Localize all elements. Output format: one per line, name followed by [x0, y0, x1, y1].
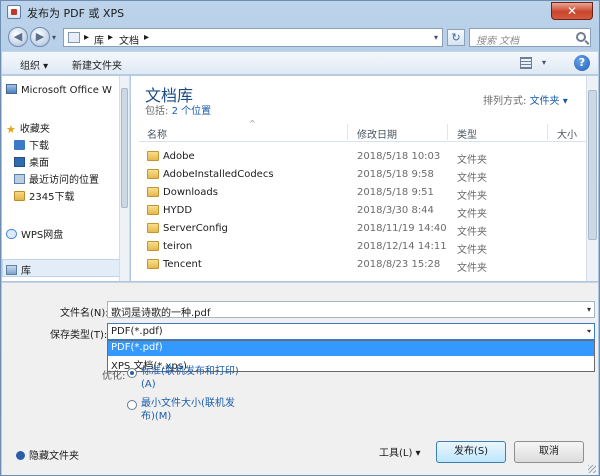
- scrollbar-thumb[interactable]: [588, 90, 597, 240]
- toolbar: 组织 ▾ 新建文件夹 ▾ ?: [2, 51, 598, 75]
- option-pdf[interactable]: PDF(*.pdf): [108, 341, 594, 356]
- arrange-by-dropdown[interactable]: 文件夹 ▾: [530, 96, 568, 107]
- navigation-scrollbar[interactable]: [119, 76, 129, 281]
- close-button[interactable]: ✕: [551, 2, 593, 20]
- sidebar-item-downloads[interactable]: 下载: [14, 137, 49, 152]
- breadcrumb-separator[interactable]: ▸: [108, 32, 113, 43]
- tools-menu[interactable]: 工具(L) ▾: [379, 444, 421, 459]
- cancel-button[interactable]: 取消: [514, 441, 584, 463]
- library-includes: 包括: 2 个位置: [145, 106, 212, 117]
- cloud-icon: [6, 229, 17, 239]
- breadcrumb-separator[interactable]: ▸: [84, 32, 89, 43]
- folder-icon: [14, 191, 25, 201]
- filename-label: 文件名(N):: [60, 308, 109, 319]
- address-bar[interactable]: ▸ 库 ▸ 文档 ▸ ▾: [63, 28, 443, 47]
- savetype-label: 保存类型(T):: [50, 330, 108, 341]
- column-modified[interactable]: 修改日期: [357, 126, 397, 141]
- column-size[interactable]: 大小: [557, 126, 577, 141]
- file-list-scrollbar[interactable]: [586, 76, 598, 281]
- filename-chevron-down-icon[interactable]: ▾: [587, 305, 591, 314]
- address-history-chevron-icon[interactable]: ▾: [434, 33, 438, 42]
- file-list-pane: 文档库 包括: 2 个位置 排列方式: 文件夹 ▾ ^ 名称 修改日期 类型 大…: [131, 76, 598, 281]
- publish-button[interactable]: 发布(S): [436, 441, 506, 463]
- resize-grip-icon[interactable]: [588, 465, 596, 473]
- scrollbar-thumb[interactable]: [121, 88, 128, 208]
- download-icon: [14, 140, 25, 150]
- library-icon: [68, 32, 80, 43]
- folder-icon: [147, 241, 159, 251]
- radio-minimum-size[interactable]: [127, 400, 137, 410]
- view-chevron-down-icon[interactable]: ▾: [542, 58, 546, 67]
- radio-minimum-size-label[interactable]: 最小文件大小(联机发 布)(M): [141, 397, 235, 423]
- table-row[interactable]: Downloads 2018/5/18 9:51 文件夹: [139, 184, 594, 202]
- table-row[interactable]: teiron 2018/12/14 14:11 文件夹: [139, 238, 594, 256]
- sidebar-item-2345[interactable]: 2345下载: [14, 188, 74, 203]
- locations-link[interactable]: 2 个位置: [172, 106, 212, 117]
- breadcrumb-separator[interactable]: ▸: [144, 32, 149, 43]
- column-name[interactable]: 名称: [147, 126, 167, 141]
- radio-standard[interactable]: [127, 368, 137, 378]
- sort-indicator-icon: ^: [249, 119, 256, 128]
- optimize-label: 优化:: [102, 371, 126, 382]
- radio-standard-label[interactable]: 标准(联机发布和打印) (A): [141, 365, 239, 391]
- navigation-pane: Microsoft Office W ★ 收藏夹 下载 桌面 最近访问的位置 23…: [2, 76, 130, 281]
- star-icon: ★: [6, 123, 16, 136]
- breadcrumb-library[interactable]: 库: [94, 32, 104, 47]
- savetype-select[interactable]: PDF(*.pdf) ▾: [107, 323, 595, 340]
- recent-pages-chevron-icon[interactable]: ▾: [52, 33, 56, 42]
- breadcrumb-documents[interactable]: 文档: [119, 32, 139, 47]
- desktop-icon: [14, 157, 25, 167]
- hide-folders-toggle[interactable]: 隐藏文件夹: [16, 447, 79, 462]
- column-header: ^ 名称 修改日期 类型 大小: [139, 119, 594, 142]
- forward-button[interactable]: ▶: [30, 27, 50, 47]
- view-options-icon[interactable]: [520, 57, 532, 69]
- monitor-icon: [6, 84, 17, 94]
- sidebar-item-wps-cloud[interactable]: WPS网盘: [6, 226, 63, 241]
- save-dialog: 发布为 PDF 或 XPS ✕ ◀ ▶ ▾ ▸ 库 ▸ 文档 ▸ ▾ ↻ 搜索 …: [0, 0, 600, 476]
- table-row[interactable]: Tencent 2018/8/23 15:28 文件夹: [139, 256, 594, 274]
- sidebar-item-desktop[interactable]: 桌面: [14, 154, 49, 169]
- recent-icon: [14, 174, 25, 184]
- search-placeholder: 搜索 文档: [476, 36, 520, 47]
- navigation-bar: ◀ ▶ ▾ ▸ 库 ▸ 文档 ▸ ▾ ↻ 搜索 文档: [1, 23, 599, 51]
- arrange-by: 排列方式: 文件夹 ▾: [483, 96, 568, 107]
- window-title: 发布为 PDF 或 XPS: [27, 7, 125, 20]
- folder-icon: [147, 169, 159, 179]
- library-icon: [6, 265, 17, 275]
- refresh-button[interactable]: ↻: [447, 29, 465, 46]
- folder-icon: [147, 187, 159, 197]
- sidebar-item-office[interactable]: Microsoft Office W: [6, 84, 112, 96]
- column-type[interactable]: 类型: [457, 126, 477, 141]
- folder-icon: [147, 205, 159, 215]
- sidebar-item-recent[interactable]: 最近访问的位置: [14, 171, 99, 186]
- help-icon[interactable]: ?: [574, 55, 590, 71]
- search-input[interactable]: 搜索 文档: [469, 28, 591, 47]
- save-options-panel: 文件名(N): 歌词是诗歌的一种.pdf ▾ 保存类型(T): PDF(*.pd…: [2, 282, 598, 475]
- sidebar-item-library[interactable]: 库: [6, 262, 31, 277]
- filename-input[interactable]: 歌词是诗歌的一种.pdf ▾: [107, 301, 595, 319]
- new-folder-button[interactable]: 新建文件夹: [72, 57, 122, 72]
- title-bar: 发布为 PDF 或 XPS ✕: [1, 1, 599, 23]
- search-icon[interactable]: [576, 32, 586, 42]
- table-row[interactable]: ServerConfig 2018/11/19 14:40 文件夹: [139, 220, 594, 238]
- table-row[interactable]: HYDD 2018/3/30 8:44 文件夹: [139, 202, 594, 220]
- back-button[interactable]: ◀: [8, 27, 28, 47]
- sidebar-item-favorites[interactable]: ★ 收藏夹: [6, 120, 50, 136]
- folder-icon: [147, 259, 159, 269]
- organize-menu[interactable]: 组织 ▾: [20, 57, 48, 72]
- table-row[interactable]: Adobe 2018/5/18 10:03 文件夹: [139, 148, 594, 166]
- folder-icon: [147, 223, 159, 233]
- app-icon: [7, 5, 21, 19]
- folder-icon: [147, 151, 159, 161]
- table-row[interactable]: AdobeInstalledCodecs 2018/5/18 9:58 文件夹: [139, 166, 594, 184]
- collapse-arrow-icon: [16, 451, 25, 460]
